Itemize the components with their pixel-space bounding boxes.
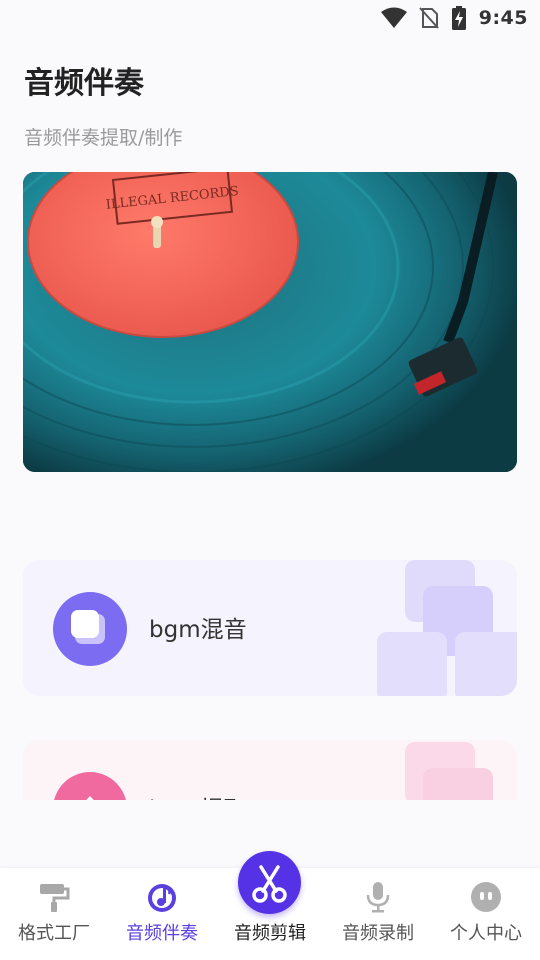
scissors-icon	[252, 865, 287, 903]
status-time: 9:45	[478, 7, 528, 29]
page-subtitle: 音频伴奏提取/制作	[24, 127, 183, 149]
nav-item-profile[interactable]: 个人中心	[432, 868, 540, 960]
feature-card-bgm-mix[interactable]: bgm混音	[23, 560, 517, 696]
nav-item-audio-accompaniment[interactable]: 音频伴奏	[108, 868, 216, 960]
banner-image[interactable]: ILLEGAL RECORDS	[23, 172, 517, 472]
battery-charging-icon	[451, 6, 466, 30]
paint-roller-icon	[40, 884, 70, 912]
feature-label: bgm提取	[149, 790, 247, 800]
upload-arrow-icon	[53, 772, 127, 800]
no-sim-icon	[418, 7, 439, 29]
nav-label: 个人中心	[450, 923, 522, 944]
nav-item-format-factory[interactable]: 格式工厂	[0, 868, 108, 960]
nav-label: 音频剪辑	[234, 923, 306, 944]
decorative-square	[423, 768, 493, 800]
nav-label: 音频录制	[342, 923, 414, 944]
decorative-square	[455, 632, 517, 696]
decorative-square	[377, 632, 447, 696]
page-title: 音频伴奏	[24, 66, 144, 101]
bgm-mix-icon	[53, 592, 127, 666]
wifi-icon	[380, 7, 407, 28]
status-bar: 9:45	[0, 0, 540, 36]
vinyl-record-illustration: ILLEGAL RECORDS	[23, 172, 517, 472]
user-face-icon	[471, 882, 501, 912]
audio-edit-center-button[interactable]	[238, 851, 301, 914]
nav-label: 格式工厂	[18, 923, 90, 944]
feature-card-bgm-extract[interactable]: bgm提取	[23, 740, 517, 800]
microphone-icon	[366, 882, 390, 913]
feature-label: bgm混音	[149, 617, 247, 643]
music-note-disc-icon	[148, 884, 176, 912]
nav-item-audio-record[interactable]: 音频录制	[324, 868, 432, 960]
feature-list[interactable]: bgm混音 bgm提取	[0, 520, 540, 800]
nav-label: 音频伴奏	[126, 923, 198, 944]
